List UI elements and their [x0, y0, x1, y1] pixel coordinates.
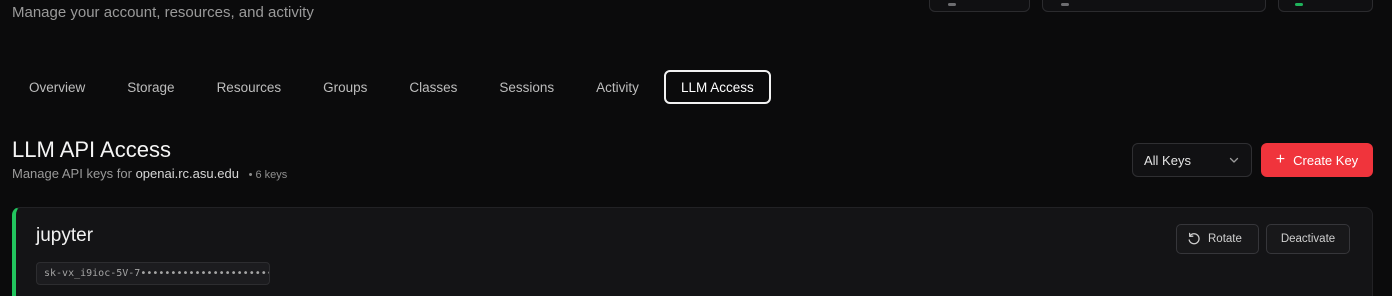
header-control-3[interactable] — [1278, 0, 1373, 12]
tab-activity[interactable]: Activity — [579, 70, 656, 104]
tab-groups[interactable]: Groups — [306, 70, 384, 104]
key-filter-select[interactable]: All Keys — [1132, 143, 1252, 177]
header-control-2[interactable] — [1042, 0, 1266, 12]
deactivate-label: Deactivate — [1280, 233, 1336, 245]
tab-sessions[interactable]: Sessions — [482, 70, 571, 104]
tab-storage[interactable]: Storage — [110, 70, 191, 104]
section-title: LLM API Access — [12, 137, 171, 162]
api-key-value[interactable]: sk-vx_i9ioc-5V-7••••••••••••••••••••••••… — [36, 262, 270, 285]
key-count: • 6 keys — [248, 169, 288, 181]
chevron-down-icon — [1229, 157, 1239, 163]
section-subtitle: Manage API keys for openai.rc.asu.edu • … — [12, 166, 287, 181]
header-control-1[interactable] — [929, 0, 1030, 12]
api-key-card: jupyter sk-vx_i9ioc-5V-7••••••••••••••••… — [12, 207, 1373, 296]
tab-llm-access[interactable]: LLM Access — [663, 70, 771, 104]
rotate-key-button[interactable]: Rotate — [1176, 224, 1259, 254]
key-filter-value: All Keys — [1144, 152, 1191, 168]
tab-resources[interactable]: Resources — [200, 70, 299, 104]
section-subtitle-prefix: Manage API keys for — [12, 166, 132, 181]
rotate-icon — [1188, 232, 1200, 245]
account-page: Manage your account, resources, and acti… — [0, 0, 1392, 296]
deactivate-key-button[interactable]: Deactivate — [1266, 224, 1350, 254]
page-subtitle: Manage your account, resources, and acti… — [12, 4, 314, 21]
tab-bar: Overview Storage Resources Groups Classe… — [12, 70, 771, 104]
header-control-icon — [1061, 3, 1069, 6]
create-key-button[interactable]: + Create Key — [1261, 143, 1373, 177]
tab-classes[interactable]: Classes — [392, 70, 474, 104]
create-key-label: Create Key — [1293, 152, 1359, 168]
api-key-name: jupyter — [36, 225, 94, 246]
api-host: openai.rc.asu.edu — [135, 166, 239, 181]
status-indicator-icon — [1295, 3, 1303, 6]
header-control-icon — [948, 3, 956, 6]
tab-overview[interactable]: Overview — [12, 70, 102, 104]
rotate-label: Rotate — [1208, 233, 1242, 245]
plus-icon: + — [1275, 151, 1286, 168]
